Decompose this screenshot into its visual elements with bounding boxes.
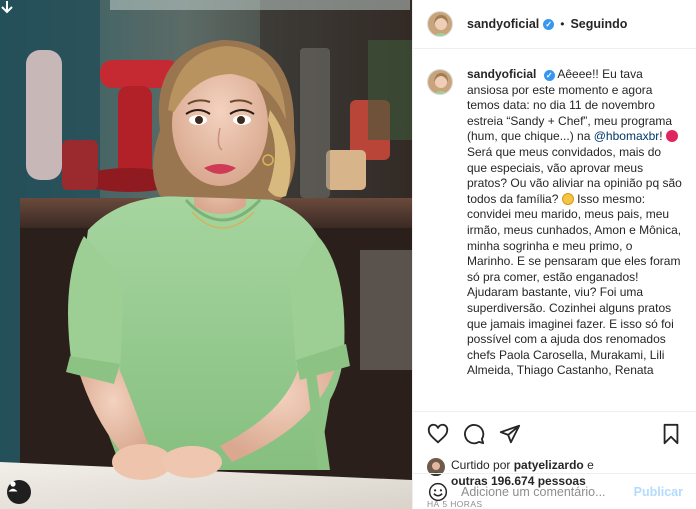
post-actions [413, 411, 696, 455]
post-side-panel: sandyoficial ✓ • Seguindo sandyoficial ✓… [412, 0, 696, 509]
back-arrow-icon[interactable] [0, 0, 22, 22]
following-button[interactable]: Seguindo [570, 17, 627, 31]
mention-link[interactable]: @hbomaxbr [594, 129, 660, 143]
caption-username[interactable]: sandyoficial [467, 67, 536, 81]
caption-avatar[interactable] [427, 69, 453, 95]
post-photo-illustration [0, 0, 412, 509]
comment-form: Publicar [413, 473, 696, 509]
caption-text: ! [659, 129, 666, 144]
verified-badge-icon: ✓ [543, 18, 555, 30]
likes-joiner: e [583, 458, 594, 472]
smiley-icon[interactable] [427, 481, 449, 503]
post-header: sandyoficial ✓ • Seguindo [413, 0, 696, 49]
user-tag-icon[interactable] [7, 480, 31, 504]
avatar[interactable] [427, 11, 453, 37]
instagram-post: sandyoficial ✓ • Seguindo sandyoficial ✓… [0, 0, 696, 509]
likes-prefix: Curtido por [451, 458, 514, 472]
header-separator: • [560, 17, 565, 31]
comment-icon[interactable] [462, 422, 486, 446]
liker-username[interactable]: patyelizardo [514, 458, 584, 472]
caption-text: Isso mesmo: convidei meu marido, meus pa… [467, 191, 682, 378]
publish-button[interactable]: Publicar [634, 485, 683, 499]
paper-plane-icon[interactable] [498, 422, 522, 446]
post-caption: sandyoficial ✓ Aêeee!! Eu tava ansiosa p… [467, 67, 682, 411]
bookmark-icon[interactable] [659, 422, 683, 446]
caption-scroll-area[interactable]: sandyoficial ✓ Aêeee!! Eu tava ansiosa p… [413, 49, 696, 411]
header-username[interactable]: sandyoficial [467, 17, 539, 31]
heart-icon[interactable] [426, 422, 450, 446]
comment-input[interactable] [461, 484, 634, 499]
red-balloon-emoji [665, 130, 678, 143]
post-photo[interactable] [0, 0, 412, 509]
grinning-face-emoji [561, 192, 574, 205]
caption-verified-badge-icon: ✓ [543, 70, 555, 82]
